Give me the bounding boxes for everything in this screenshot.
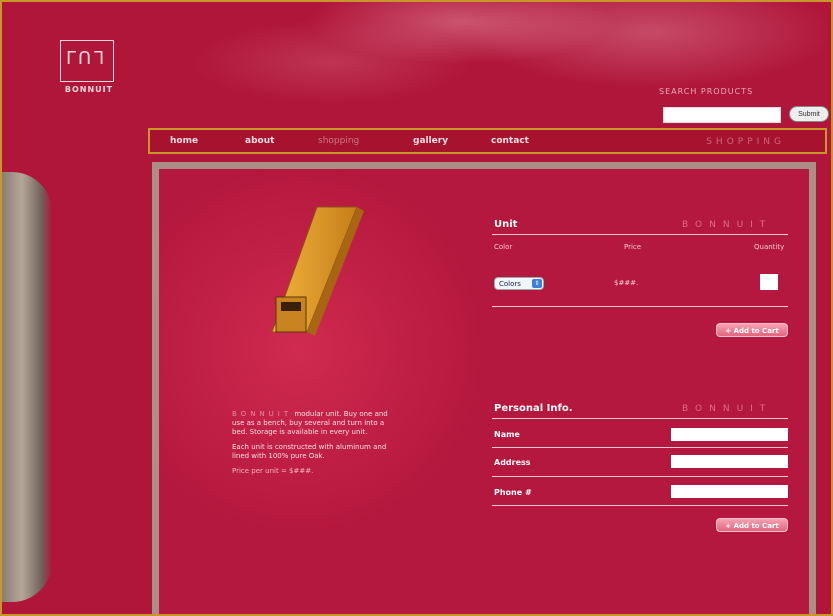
personal-info-brand: BONNUIT — [682, 404, 773, 414]
nav-shopping[interactable]: shopping — [318, 136, 359, 146]
logo-name: BONNUIT — [64, 85, 114, 94]
unit-price: $###. — [614, 279, 639, 287]
personal-divider-2 — [492, 447, 788, 448]
col-color: Color — [494, 243, 513, 251]
search-input[interactable] — [663, 107, 781, 123]
phone-field[interactable] — [671, 485, 788, 498]
content-panel — [152, 162, 816, 614]
select-arrows-icon: ⇕ — [532, 279, 542, 288]
add-to-cart-button[interactable]: + Add to Cart — [716, 323, 788, 337]
description-brand: BONNUIT — [232, 410, 293, 418]
unit-divider-top — [492, 234, 788, 235]
section-title: SHOPPING — [706, 137, 785, 147]
product-image — [271, 206, 364, 336]
personal-divider-3 — [492, 476, 788, 477]
decorative-figure — [2, 172, 52, 602]
address-field[interactable] — [671, 455, 788, 468]
name-label: Name — [494, 430, 520, 439]
unit-title: Unit — [494, 219, 518, 230]
phone-label: Phone # — [494, 488, 532, 497]
col-price: Price — [624, 243, 642, 251]
page-frame: ᒥᑎᒣ BONNUIT SEARCH PRODUCTS Submit home … — [0, 0, 833, 616]
search-submit-button[interactable]: Submit — [789, 106, 829, 122]
col-quantity: Quantity — [754, 243, 785, 251]
unit-brand: BONNUIT — [682, 220, 773, 230]
logo-glyph: ᒥᑎᒣ — [66, 48, 107, 69]
name-field[interactable] — [671, 428, 788, 441]
color-select-value: Colors — [499, 279, 521, 288]
brand-logo[interactable]: ᒥᑎᒣ BONNUIT — [54, 40, 124, 100]
unit-divider-bottom — [492, 306, 788, 307]
nav-home[interactable]: home — [170, 136, 198, 146]
price-per-unit: Price per unit = $###. — [232, 467, 314, 475]
main-nav: home about shopping gallery contact SHOP… — [148, 128, 827, 154]
personal-info-title: Personal Info. — [494, 403, 573, 414]
nav-about[interactable]: about — [245, 136, 274, 146]
nav-gallery[interactable]: gallery — [413, 136, 448, 146]
quantity-input[interactable] — [760, 274, 778, 290]
address-label: Address — [494, 458, 531, 467]
search-label: SEARCH PRODUCTS — [659, 87, 754, 96]
personal-divider-4 — [492, 505, 788, 506]
description-text-2: Each unit is constructed with aluminum a… — [232, 443, 387, 460]
color-select[interactable]: Colors ⇕ — [494, 277, 544, 290]
personal-divider-1 — [492, 418, 788, 419]
nav-contact[interactable]: contact — [491, 136, 529, 146]
personal-add-to-cart-button[interactable]: + Add to Cart — [716, 518, 788, 532]
product-description: BONNUIT modular unit. Buy one and use as… — [232, 410, 398, 482]
